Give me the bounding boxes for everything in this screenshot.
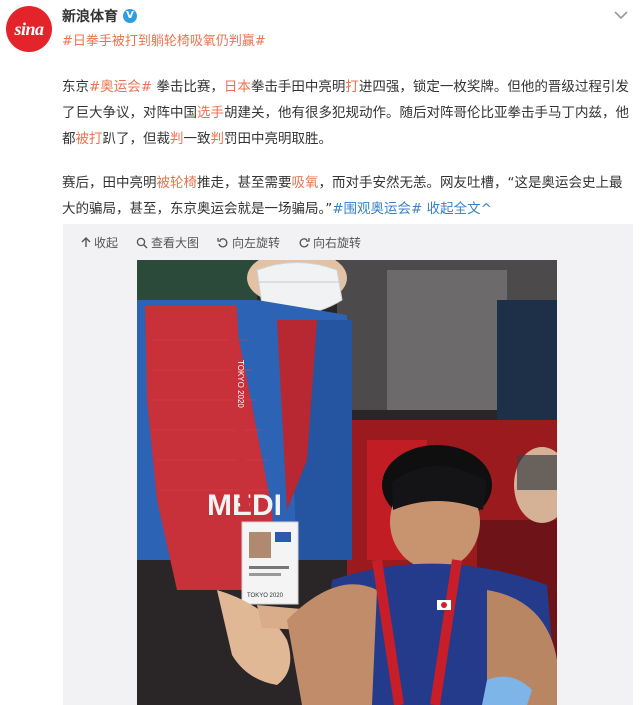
- rotate-left-icon: [217, 237, 228, 247]
- keyword-link[interactable]: 判: [170, 131, 184, 147]
- collapse-full-text-link[interactable]: 收起全文: [422, 201, 481, 217]
- view-large-button[interactable]: 查看大图: [136, 234, 199, 251]
- paragraph-2: 赛后，田中亮明被轮椅推走，甚至需要吸氧，而对手安然无恙。网友吐槽，“这是奥运会史…: [62, 170, 632, 222]
- text: 一致: [183, 131, 211, 147]
- collapse-label: 收起: [94, 236, 119, 250]
- topic-link[interactable]: #日拳手被打到躺轮椅吸氧仍判赢#: [62, 30, 266, 49]
- chevron-up-icon[interactable]: ^: [481, 201, 492, 217]
- text: 拳击比赛，: [152, 79, 224, 95]
- hashtag-watch-olympics[interactable]: #围观奥运会#: [332, 201, 422, 217]
- keyword-link[interactable]: 被轮椅: [157, 175, 198, 191]
- zoom-icon: [136, 237, 148, 248]
- text: 赛后，田中亮明: [62, 175, 157, 191]
- collapse-icon: [81, 237, 91, 247]
- hashtag-olympics[interactable]: #奥运会#: [89, 79, 152, 95]
- paragraph-1: 东京#奥运会# 拳击比赛，日本拳击手田中亮明打进四强，锁定一枚奖牌。但他的晋级过…: [62, 74, 632, 152]
- rotate-left-label: 向左旋转: [232, 236, 281, 250]
- rotate-right-icon: [299, 237, 310, 247]
- badge-text: TOKYO 2020: [247, 593, 284, 599]
- keyword-link[interactable]: 吸氧: [292, 175, 319, 191]
- sina-logo: sina: [14, 18, 44, 39]
- topic-text[interactable]: #日拳手被打到躺轮椅吸氧仍判赢#: [62, 34, 266, 49]
- text: 趴了，但裁: [102, 131, 171, 147]
- collapse-button[interactable]: 收起: [81, 234, 118, 251]
- rotate-right-label: 向右旋转: [313, 236, 362, 250]
- view-large-label: 查看大图: [151, 236, 200, 250]
- text: 罚田中亮明取胜。: [224, 131, 332, 147]
- chevron-down-icon[interactable]: [614, 8, 628, 24]
- keyword-link[interactable]: 判: [211, 131, 225, 147]
- keyword-link[interactable]: 打: [345, 79, 359, 95]
- avatar[interactable]: sina: [6, 6, 52, 52]
- text: 推走，甚至需要: [197, 175, 292, 191]
- post-photo[interactable]: MEDI TOKYO 2020 TOKYO 2020: [137, 260, 557, 705]
- account-name-row: 新浪体育 V: [62, 6, 137, 26]
- verified-icon: V: [123, 9, 137, 23]
- text: 东京: [62, 79, 89, 95]
- rotate-left-button[interactable]: 向左旋转: [217, 234, 280, 251]
- text: 拳击手田中亮明: [250, 79, 346, 95]
- image-toolbar: 收起 查看大图 向左旋转 向右旋转: [81, 234, 361, 251]
- rotate-right-button[interactable]: 向右旋转: [298, 234, 361, 251]
- keyword-link[interactable]: 选手: [197, 105, 224, 121]
- account-name[interactable]: 新浪体育: [62, 6, 118, 26]
- photo-illustration: MEDI TOKYO 2020 TOKYO 2020: [137, 260, 557, 705]
- keyword-link[interactable]: 日本: [224, 79, 251, 95]
- lanyard-text: TOKYO 2020: [236, 360, 245, 408]
- keyword-link[interactable]: 被打: [76, 131, 103, 147]
- post-body: 东京#奥运会# 拳击比赛，日本拳击手田中亮明打进四强，锁定一枚奖牌。但他的晋级过…: [62, 74, 632, 240]
- media-viewer: 收起 查看大图 向左旋转 向右旋转 TOKYO 2020 TOKYO 2020: [63, 224, 633, 705]
